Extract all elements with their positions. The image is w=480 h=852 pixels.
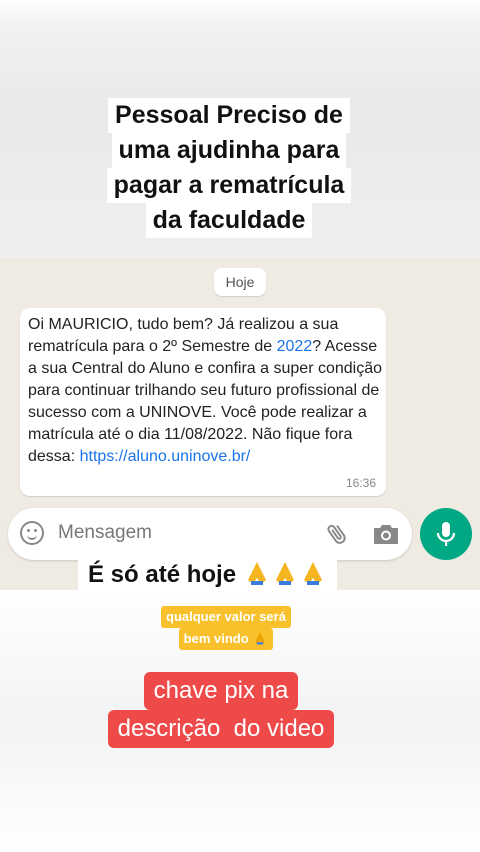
title-line: pagar a rematrícula — [106, 168, 352, 203]
title-line: da faculdade — [145, 203, 313, 238]
date-divider: Hoje — [214, 268, 266, 296]
support-label: qualquer valor será bem vindo — [146, 606, 306, 650]
pix-label: chave pix na descrição do video — [88, 672, 354, 748]
emoji-icon[interactable] — [20, 521, 44, 545]
support-line: qualquer valor será — [161, 606, 291, 628]
praying-hands-icon — [247, 562, 266, 585]
deadline-banner: É só até hoje — [78, 556, 337, 594]
microphone-icon — [436, 522, 456, 546]
microphone-button[interactable] — [420, 508, 472, 560]
message-year[interactable]: 2022 — [277, 338, 313, 355]
support-line: bem vindo — [178, 628, 274, 650]
title-line: uma ajudinha para — [111, 133, 347, 168]
message-link[interactable]: https://aluno.uninove.br/ — [80, 448, 251, 465]
message-input[interactable]: Mensagem — [58, 522, 152, 544]
message-text-part: ? Acesse a sua Central do Aluno e confir… — [28, 338, 383, 465]
praying-hands-icon — [303, 562, 322, 585]
pix-line: descrição do video — [107, 710, 335, 748]
camera-icon[interactable] — [372, 522, 400, 546]
message-text: Oi MAURICIO, tudo bem? Já realizou a sua… — [28, 314, 386, 468]
deadline-text: É só até hoje — [88, 561, 237, 588]
title-line: Pessoal Preciso de — [108, 98, 350, 133]
paperclip-icon[interactable] — [324, 520, 350, 548]
message-bubble[interactable]: Oi MAURICIO, tudo bem? Já realizou a sua… — [20, 308, 386, 496]
praying-hands-icon — [275, 562, 294, 585]
message-time: 16:36 — [345, 476, 376, 490]
overlay-title: Pessoal Preciso de uma ajudinha para pag… — [96, 98, 362, 238]
praying-hands-icon — [255, 632, 266, 645]
message-input-bar[interactable]: Mensagem — [8, 508, 412, 560]
pix-line: chave pix na — [143, 672, 299, 710]
